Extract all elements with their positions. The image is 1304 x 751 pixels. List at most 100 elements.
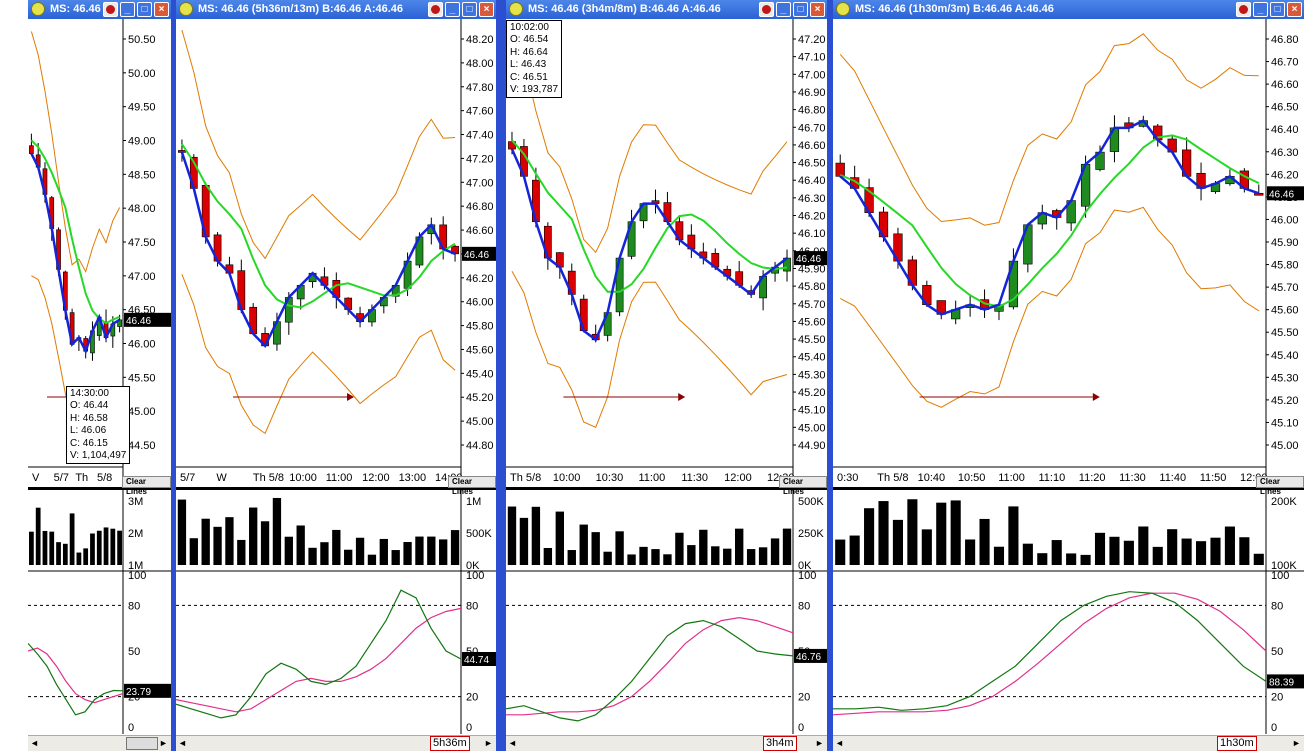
chart-area[interactable]: 46.8046.7046.6046.5046.4046.3046.2046.10…: [833, 19, 1304, 751]
record-icon[interactable]: [759, 2, 774, 17]
fast-ma-line: [510, 148, 788, 342]
title-bar[interactable]: MS: 46.46 (5h36m/13m) B:46.46 A:46.46 _ …: [176, 0, 496, 19]
volume-bar: [439, 539, 448, 565]
clear-lines-button[interactable]: Clear Lines: [779, 476, 827, 496]
price-tick-label: 45.30: [1271, 372, 1299, 384]
stoch-value-label: 23.79: [126, 687, 151, 698]
volume-bar: [62, 543, 68, 565]
time-tick-label: Th 5/8: [877, 472, 908, 484]
volume-bar: [758, 547, 768, 565]
scrollbar[interactable]: ◄ 5h36m ►: [176, 735, 496, 751]
timeframe-label[interactable]: 1h30m: [1217, 736, 1257, 751]
price-tick-label: 45.10: [1271, 417, 1299, 429]
stoch-k-line: [176, 589, 462, 719]
scrollbar[interactable]: ◄ 1h30m ►: [833, 735, 1304, 751]
volume-bar: [615, 531, 624, 565]
title-bar[interactable]: MS: 46.46 (3h4m/8m) B:46.46 A:46.46 _ □ …: [506, 0, 827, 19]
time-tick-label: 10:00: [289, 472, 317, 484]
clear-lines-button[interactable]: Clear Lines: [448, 476, 496, 496]
chart-window-2[interactable]: MS: 46.46 (5h36m/13m) B:46.46 A:46.46 _ …: [176, 0, 496, 751]
chart-area[interactable]: 50.50 50.00 49.50 49.00 48.50 48.00 47.50 47.00…: [28, 19, 171, 751]
scroll-right-icon[interactable]: ►: [814, 738, 825, 749]
time-tick-label: 5/7: [180, 472, 195, 484]
title-bar[interactable]: MS: 46.46 (1h30m/3m) B:46.46 A:46.46 _ □…: [833, 0, 1304, 19]
clear-lines-button[interactable]: Clear Lines: [1256, 476, 1304, 496]
chart-window-1[interactable]: MS: 46.46 _ □ × 50.50 50.00 49.50 49.00 48.5…: [28, 0, 171, 751]
maximize-button[interactable]: □: [1270, 2, 1285, 17]
price-tick-label: 47.00: [128, 271, 156, 283]
scroll-thumb[interactable]: [126, 737, 158, 750]
timeframe-label[interactable]: 5h36m: [430, 736, 470, 751]
volume-bar: [35, 507, 41, 565]
maximize-button[interactable]: □: [137, 2, 152, 17]
window-divider[interactable]: [496, 0, 506, 751]
scroll-left-icon[interactable]: ◄: [507, 738, 518, 749]
app-icon: [179, 2, 193, 16]
price-tick-label: 45.40: [466, 368, 494, 380]
record-icon[interactable]: [428, 2, 443, 17]
price-tick-label: 45.50: [798, 334, 826, 346]
volume-bar: [675, 532, 684, 565]
minimize-button[interactable]: _: [776, 2, 791, 17]
close-button[interactable]: ×: [810, 2, 825, 17]
scroll-left-icon[interactable]: ◄: [29, 738, 40, 749]
volume-bar: [1066, 553, 1077, 565]
chart-area[interactable]: 47.20 47.10 47.00 46.90 46.80 46.70 46.60 46.50…: [506, 19, 827, 751]
volume-bar: [921, 529, 932, 565]
title-bar[interactable]: MS: 46.46 _ □ ×: [28, 0, 171, 19]
info-time: 10:02:00: [510, 22, 549, 33]
volume-bar: [1181, 538, 1192, 565]
scroll-right-icon[interactable]: ►: [158, 738, 169, 749]
volume-bar: [770, 538, 780, 565]
volume-bar: [344, 549, 353, 565]
slow-ma-line: [839, 134, 1260, 308]
price-tick-label: 46.90: [798, 87, 826, 99]
minimize-button[interactable]: _: [445, 2, 460, 17]
lower-band-line: [511, 270, 788, 428]
chart-window-3[interactable]: MS: 46.46 (3h4m/8m) B:46.46 A:46.46 _ □ …: [506, 0, 827, 751]
price-tick-label: 50.50: [128, 34, 156, 46]
record-icon[interactable]: [1236, 2, 1251, 17]
volume-bar: [519, 517, 529, 565]
price-tick-label: 49.00: [128, 136, 156, 148]
volume-bar: [213, 526, 222, 565]
scrollbar[interactable]: ◄ ►: [28, 735, 171, 751]
timeframe-label[interactable]: 3h4m: [763, 736, 797, 751]
window-title: MS: 46.46 (5h36m/13m) B:46.46 A:46.46: [198, 3, 404, 15]
chart-area[interactable]: 48.20 48.00 47.80 47.60 47.40 47.20 47.00 46.80…: [176, 19, 496, 751]
minimize-button[interactable]: _: [120, 2, 135, 17]
price-tick-label: 46.60: [466, 225, 494, 237]
record-icon[interactable]: [103, 2, 118, 17]
scrollbar[interactable]: ◄ 3h4m ►: [506, 735, 827, 751]
volume-bar: [687, 545, 696, 565]
scroll-left-icon[interactable]: ◄: [834, 738, 845, 749]
minimize-button[interactable]: _: [1253, 2, 1268, 17]
scroll-right-icon[interactable]: ►: [483, 738, 494, 749]
price-tick-label: 45.20: [798, 387, 826, 399]
volume-bar: [320, 542, 329, 565]
maximize-button[interactable]: □: [793, 2, 808, 17]
price-tick-label: 46.10: [798, 228, 826, 240]
volume-bar: [746, 549, 756, 565]
volume-bar: [1008, 506, 1019, 565]
time-tick-label: 11:30: [681, 472, 708, 484]
price-tick-label: 45.40: [1271, 350, 1299, 362]
maximize-button[interactable]: □: [462, 2, 477, 17]
price-tick-label: 45.20: [1271, 395, 1299, 407]
volume-bar: [308, 547, 317, 565]
current-price-label: 46.46: [796, 254, 821, 265]
chart-window-4[interactable]: MS: 46.46 (1h30m/3m) B:46.46 A:46.46 _ □…: [833, 0, 1304, 751]
volume-bar: [579, 524, 588, 565]
volume-bar: [29, 531, 34, 565]
stoch-tick-label: 80: [1271, 600, 1283, 612]
close-button[interactable]: ×: [154, 2, 169, 17]
close-button[interactable]: ×: [479, 2, 494, 17]
price-tick-label: 47.40: [466, 130, 494, 142]
scroll-left-icon[interactable]: ◄: [177, 738, 188, 749]
close-button[interactable]: ×: [1287, 2, 1302, 17]
volume-bar: [189, 538, 198, 565]
scroll-right-icon[interactable]: ►: [1291, 738, 1302, 749]
clear-lines-button[interactable]: Clear Lines: [122, 476, 171, 496]
volume-bar: [450, 530, 460, 565]
volume-bar: [1037, 553, 1048, 565]
